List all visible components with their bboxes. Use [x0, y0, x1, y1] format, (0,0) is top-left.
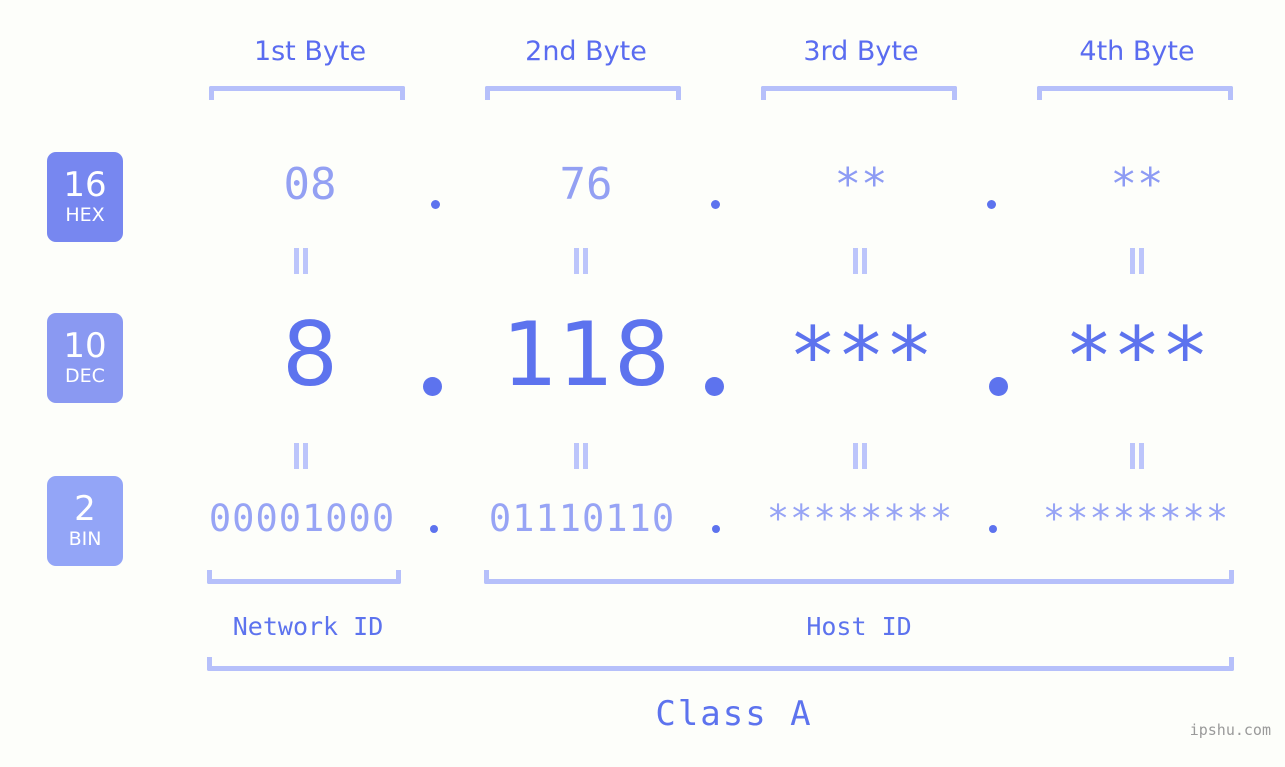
hex-separator-dot-1	[431, 200, 440, 209]
equals-mark-dec-bin-4	[1128, 443, 1146, 469]
watermark: ipshu.com	[1189, 721, 1271, 739]
base-badge-hex-label: HEX	[65, 204, 105, 226]
byte-label-3: 3rd Byte	[803, 36, 919, 67]
bin-byte-1: 00001000	[208, 497, 396, 540]
dec-separator-dot-3	[989, 377, 1008, 396]
dec-byte-3: ***	[788, 310, 934, 403]
class-bracket	[207, 657, 1234, 671]
equals-mark-hex-dec-1	[292, 248, 310, 274]
byte-bracket-1	[209, 86, 405, 100]
base-badge-bin: 2 BIN	[47, 476, 123, 566]
ip-address-breakdown-diagram: 1st Byte 2nd Byte 3rd Byte 4th Byte 16 H…	[0, 0, 1285, 767]
hex-separator-dot-3	[987, 200, 996, 209]
dec-separator-dot-2	[705, 377, 724, 396]
bin-separator-dot-2	[712, 525, 720, 533]
base-badge-dec: 10 DEC	[47, 313, 123, 403]
dec-byte-1: 8	[282, 303, 338, 406]
byte-label-2: 2nd Byte	[525, 36, 647, 67]
hex-byte-3: **	[834, 159, 888, 210]
equals-mark-hex-dec-2	[572, 248, 590, 274]
host-id-label: Host ID	[806, 612, 912, 641]
hex-byte-2: 76	[559, 159, 613, 210]
byte-bracket-3	[761, 86, 957, 100]
network-id-bracket	[207, 570, 401, 584]
base-badge-bin-label: BIN	[68, 528, 102, 550]
base-badge-hex: 16 HEX	[47, 152, 123, 242]
bin-byte-2: 01110110	[488, 497, 676, 540]
host-id-bracket	[484, 570, 1234, 584]
dec-byte-4: ***	[1064, 310, 1210, 403]
equals-mark-hex-dec-3	[851, 248, 869, 274]
bin-byte-4: ********	[1042, 497, 1230, 540]
hex-byte-4: **	[1110, 159, 1164, 210]
bin-byte-3: ********	[766, 497, 954, 540]
equals-mark-hex-dec-4	[1128, 248, 1146, 274]
base-badge-dec-label: DEC	[65, 365, 105, 387]
bin-separator-dot-3	[989, 525, 997, 533]
byte-bracket-2	[485, 86, 681, 100]
class-label: Class A	[655, 694, 813, 734]
equals-mark-dec-bin-1	[292, 443, 310, 469]
base-badge-dec-number: 10	[63, 326, 107, 366]
dec-separator-dot-1	[423, 377, 442, 396]
byte-label-4: 4th Byte	[1079, 36, 1195, 67]
hex-separator-dot-2	[711, 200, 720, 209]
network-id-label: Network ID	[232, 612, 384, 641]
base-badge-bin-number: 2	[74, 489, 96, 529]
byte-label-1: 1st Byte	[253, 36, 367, 67]
hex-byte-1: 08	[283, 159, 337, 210]
base-badge-hex-number: 16	[63, 165, 107, 205]
bin-separator-dot-1	[430, 525, 438, 533]
byte-bracket-4	[1037, 86, 1233, 100]
equals-mark-dec-bin-2	[572, 443, 590, 469]
equals-mark-dec-bin-3	[851, 443, 869, 469]
dec-byte-2: 118	[502, 303, 670, 406]
